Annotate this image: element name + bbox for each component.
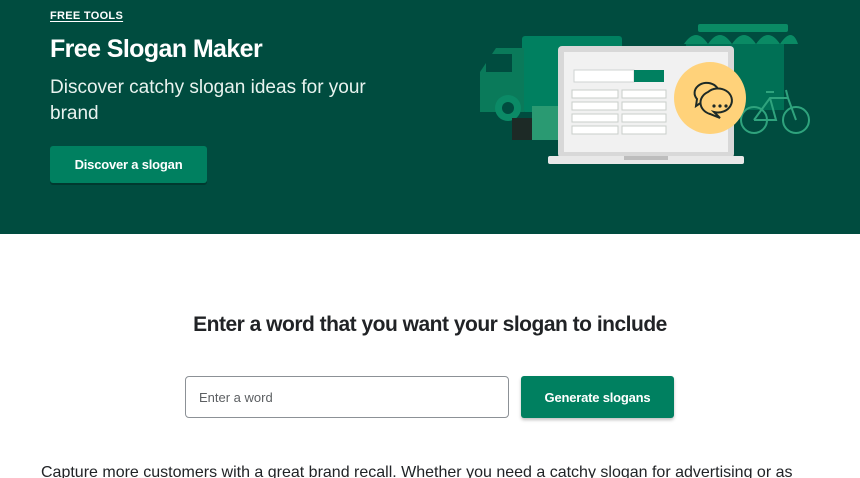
generator-heading: Enter a word that you want your slogan t… [193, 313, 667, 336]
generate-slogans-button[interactable]: Generate slogans [521, 376, 674, 418]
discover-slogan-button[interactable]: Discover a slogan [50, 146, 207, 183]
page-title: Free Slogan Maker [50, 35, 263, 63]
hero-banner: FREE TOOLS Free Slogan Maker Discover ca… [0, 0, 860, 234]
intro-paragraph: Capture more customers with a great bran… [41, 464, 793, 478]
free-tools-link[interactable]: FREE TOOLS [50, 10, 123, 22]
storefront-illustration [480, 24, 810, 164]
hero-subtitle: Discover catchy slogan ideas for your br… [50, 77, 366, 124]
word-input[interactable] [185, 376, 509, 418]
chat-bubbles-icon [674, 62, 746, 134]
